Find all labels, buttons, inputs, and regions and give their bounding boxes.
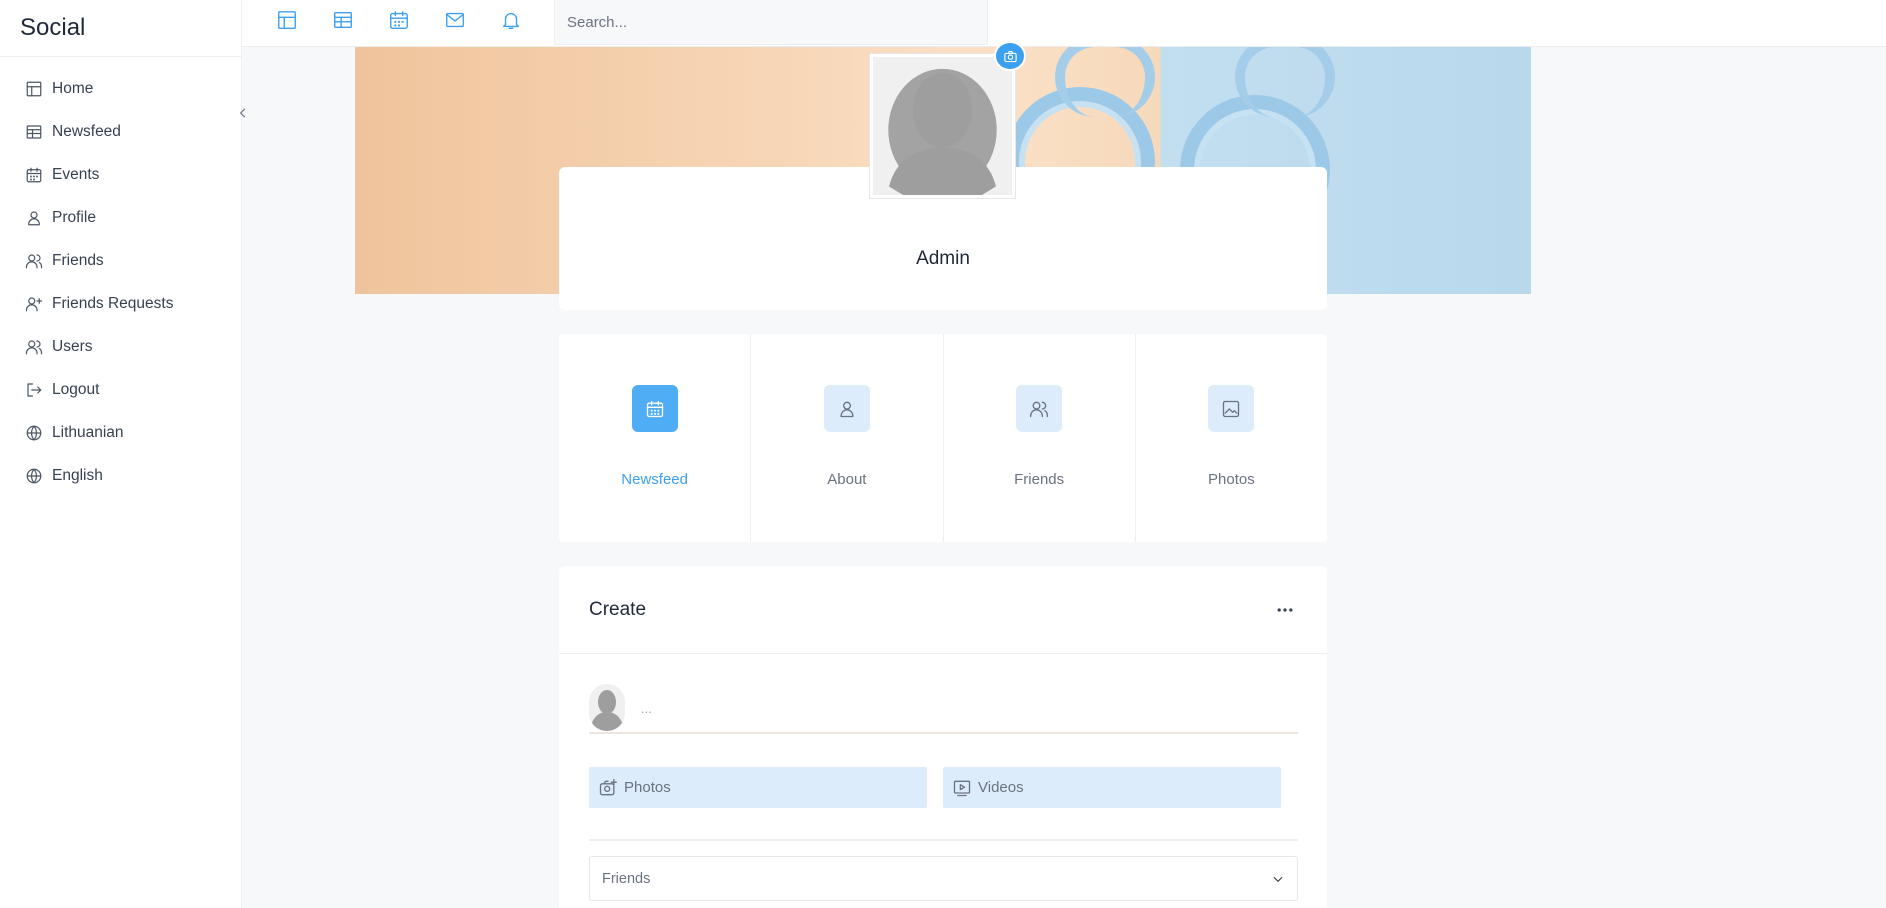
users-icon — [25, 339, 43, 354]
sidebar-nav: Home Newsfeed Events Profile Friends Fri… — [0, 57, 241, 497]
video-icon — [953, 780, 971, 796]
more-horizontal-icon — [1277, 607, 1293, 612]
sidebar-item-logout[interactable]: Logout — [0, 368, 241, 411]
tab-icon-box — [631, 385, 678, 432]
user-plus-icon — [25, 296, 43, 311]
sidebar-item-label: Home — [52, 79, 94, 97]
tab-label: Photos — [1208, 471, 1255, 488]
bell-icon — [502, 12, 520, 29]
avatar-placeholder — [873, 57, 1012, 195]
sidebar-item-english[interactable]: English — [0, 454, 241, 497]
sidebar-item-friends[interactable]: Friends — [0, 239, 241, 282]
sidebar-item-lithuanian[interactable]: Lithuanian — [0, 411, 241, 454]
camera-icon — [1003, 50, 1017, 62]
sidebar-item-label: Events — [52, 165, 100, 183]
topbar-notifications-button[interactable] — [499, 8, 523, 32]
sidebar-item-label: Users — [52, 337, 93, 355]
calendar-icon — [26, 167, 42, 182]
create-header: Create — [559, 566, 1327, 654]
add-videos-button[interactable]: Videos — [943, 767, 1281, 808]
brand-title[interactable]: Social — [0, 0, 241, 57]
topbar-events-button[interactable] — [387, 8, 411, 32]
sidebar-item-newsfeed[interactable]: Newsfeed — [0, 110, 241, 153]
calendar-icon — [646, 400, 663, 417]
sidebar-item-label: Profile — [52, 208, 96, 226]
sidebar-item-label: Friends Requests — [52, 294, 174, 312]
audience-select-value: Friends — [602, 870, 651, 887]
newsfeed-icon — [334, 11, 352, 29]
newsfeed-icon — [26, 124, 42, 139]
home-icon — [278, 11, 296, 29]
sidebar-item-label: English — [52, 466, 103, 484]
globe-icon — [26, 468, 42, 483]
sidebar-item-label: Newsfeed — [52, 122, 121, 140]
tab-label: About — [827, 471, 867, 488]
post-text-input[interactable] — [641, 696, 1281, 720]
calendar-icon — [390, 11, 408, 29]
add-photos-label: Photos — [624, 779, 671, 796]
tab-icon-box — [1208, 385, 1255, 432]
audience-select[interactable]: Friends — [589, 856, 1298, 901]
sidebar-item-events[interactable]: Events — [0, 153, 241, 196]
create-title: Create — [589, 598, 647, 620]
tab-label: Newsfeed — [621, 471, 688, 488]
users-icon — [1030, 401, 1049, 417]
sidebar-item-home[interactable]: Home — [0, 67, 241, 110]
users-icon — [25, 253, 43, 268]
add-videos-label: Videos — [978, 779, 1024, 796]
sidebar: Social Home Newsfeed Events Profile Frie… — [0, 0, 242, 908]
sidebar-collapse-button[interactable] — [234, 104, 252, 122]
sidebar-item-label: Lithuanian — [52, 423, 124, 441]
add-photos-button[interactable]: Photos — [589, 767, 927, 808]
topbar — [242, 0, 1886, 47]
default-avatar-icon — [589, 684, 625, 731]
profile-name: Admin — [916, 248, 970, 269]
chevron-down-icon — [1273, 876, 1283, 882]
profile-avatar[interactable] — [869, 53, 1016, 199]
search-input[interactable] — [554, 0, 988, 45]
sidebar-item-friends-requests[interactable]: Friends Requests — [0, 282, 241, 325]
chevron-left-icon — [239, 108, 246, 118]
more-options-button[interactable] — [1273, 598, 1297, 622]
globe-icon — [26, 425, 42, 440]
tab-photos[interactable]: Photos — [1136, 334, 1327, 542]
tab-friends[interactable]: Friends — [944, 334, 1136, 542]
tab-icon-box — [1016, 385, 1063, 432]
camera-plus-icon — [599, 778, 617, 795]
topbar-home-button[interactable] — [275, 8, 299, 32]
sidebar-item-label: Friends — [52, 251, 104, 269]
user-icon — [28, 210, 40, 225]
cover-decoration — [1235, 47, 1335, 117]
default-avatar-icon — [873, 57, 1012, 195]
mail-icon — [446, 12, 464, 28]
sidebar-item-profile[interactable]: Profile — [0, 196, 241, 239]
tab-label: Friends — [1014, 471, 1065, 488]
cover-decoration — [1055, 47, 1155, 117]
tab-icon-box — [823, 385, 870, 432]
tab-about[interactable]: About — [751, 334, 944, 542]
sidebar-item-label: Logout — [52, 380, 100, 398]
user-icon — [840, 401, 854, 417]
home-icon — [26, 81, 42, 96]
topbar-messages-button[interactable] — [443, 8, 467, 32]
image-icon — [1223, 400, 1240, 417]
profile-tabs: Newsfeed About Friends Photos — [559, 334, 1327, 542]
logout-icon — [27, 382, 42, 397]
divider — [589, 839, 1298, 841]
create-post-card: Create Photos Videos Friends — [559, 566, 1327, 908]
post-composer — [589, 684, 1298, 734]
change-cover-button[interactable] — [994, 41, 1026, 71]
tab-newsfeed[interactable]: Newsfeed — [559, 334, 752, 542]
avatar — [589, 684, 625, 731]
topbar-newsfeed-button[interactable] — [331, 8, 355, 32]
sidebar-item-users[interactable]: Users — [0, 325, 241, 368]
